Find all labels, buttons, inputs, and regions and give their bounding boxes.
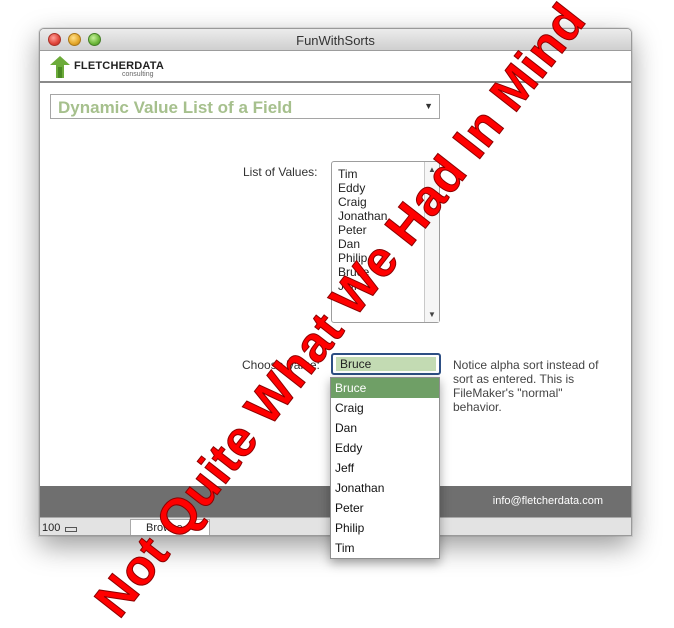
layout-dropdown[interactable]: Dynamic Value List of a Field ▼ bbox=[50, 94, 440, 119]
title-bar[interactable]: FunWithSorts bbox=[40, 29, 631, 51]
dropdown-option[interactable]: Peter bbox=[331, 498, 439, 518]
list-item[interactable]: Dan bbox=[338, 237, 387, 251]
choose-value-dropdown-menu[interactable]: Bruce Craig Dan Eddy Jeff Jonathan Peter… bbox=[330, 377, 440, 559]
values-list-box[interactable]: Tim Eddy Craig Jonathan Peter Dan Philip… bbox=[331, 161, 440, 323]
list-item[interactable]: Jeff bbox=[338, 279, 387, 293]
dropdown-option[interactable]: Jeff bbox=[331, 458, 439, 478]
dropdown-option[interactable]: Bruce bbox=[331, 378, 439, 398]
dropdown-option[interactable]: Eddy bbox=[331, 438, 439, 458]
dropdown-option[interactable]: Philip bbox=[331, 518, 439, 538]
scroll-down-arrow-icon[interactable]: ▼ bbox=[428, 310, 436, 319]
header-band: FLETCHERDATA consulting bbox=[40, 51, 631, 83]
footer-email[interactable]: info@fletcherdata.com bbox=[493, 495, 603, 507]
dropdown-option[interactable]: Jonathan bbox=[331, 478, 439, 498]
chevron-down-icon: ▼ bbox=[424, 101, 433, 111]
values-list: Tim Eddy Craig Jonathan Peter Dan Philip… bbox=[338, 167, 387, 293]
arrow-up-logo-icon bbox=[50, 56, 70, 78]
choose-value-field[interactable]: Bruce bbox=[331, 353, 441, 375]
list-item[interactable]: Philip bbox=[338, 251, 387, 265]
list-item[interactable]: Eddy bbox=[338, 181, 387, 195]
list-item[interactable]: Bruce bbox=[338, 265, 387, 279]
list-scrollbar[interactable]: ▲ ▼ bbox=[424, 162, 439, 322]
list-values-label: List of Values: bbox=[243, 165, 318, 179]
zoom-level[interactable]: 100 bbox=[42, 522, 60, 534]
choose-value-label: Choose Value: bbox=[242, 358, 320, 372]
dropdown-option[interactable]: Tim bbox=[331, 538, 439, 558]
list-item[interactable]: Peter bbox=[338, 223, 387, 237]
choose-value-text: Bruce bbox=[336, 357, 436, 371]
company-logo-subtitle: consulting bbox=[122, 71, 154, 78]
mode-label: Browse bbox=[146, 522, 183, 534]
list-item[interactable]: Craig bbox=[338, 195, 387, 209]
sort-note: Notice alpha sort instead of sort as ent… bbox=[453, 358, 599, 414]
zoom-toggle-icon[interactable] bbox=[65, 527, 77, 532]
scroll-up-arrow-icon[interactable]: ▲ bbox=[428, 165, 436, 174]
list-item[interactable]: Tim bbox=[338, 167, 387, 181]
window-title: FunWithSorts bbox=[296, 33, 375, 48]
mode-selector[interactable]: Browse bbox=[130, 519, 210, 535]
list-item[interactable]: Jonathan bbox=[338, 209, 387, 223]
layout-dropdown-label: Dynamic Value List of a Field bbox=[58, 98, 293, 117]
dropdown-option[interactable]: Dan bbox=[331, 418, 439, 438]
dropdown-option[interactable]: Craig bbox=[331, 398, 439, 418]
